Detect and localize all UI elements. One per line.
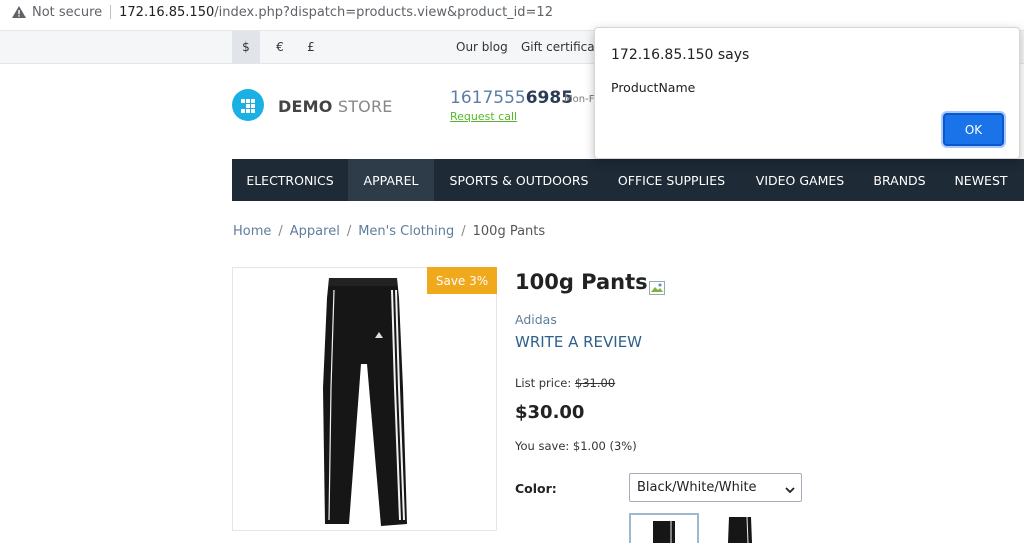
store-logo-icon[interactable] bbox=[232, 89, 264, 121]
color-select-value: Black/White/White bbox=[637, 480, 757, 495]
main-nav: ELECTRONICS APPAREL SPORTS & OUTDOORS OF… bbox=[232, 159, 1024, 201]
security-label[interactable]: Not secure bbox=[32, 5, 102, 20]
breadcrumb-home[interactable]: Home bbox=[233, 224, 271, 239]
list-price: List price: $31.00 bbox=[515, 376, 615, 390]
product-brand[interactable]: Adidas bbox=[515, 312, 557, 327]
breadcrumb-separator: / bbox=[461, 224, 466, 239]
nav-item-sports-outdoors[interactable]: SPORTS & OUTDOORS bbox=[434, 159, 604, 201]
alert-dialog: 172.16.85.150 says ProductName OK bbox=[594, 27, 1020, 159]
nav-item-electronics[interactable]: ELECTRONICS bbox=[232, 159, 348, 201]
phone-number: 16175556985 bbox=[450, 88, 573, 108]
you-save: You save: $1.00 (3%) bbox=[515, 439, 637, 453]
nav-item-office-supplies[interactable]: OFFICE SUPPLIES bbox=[604, 159, 739, 201]
list-price-label: List price: bbox=[515, 376, 572, 390]
chevron-down-icon bbox=[785, 483, 795, 498]
ok-button[interactable]: OK bbox=[943, 113, 1004, 146]
dialog-title: 172.16.85.150 says bbox=[611, 47, 750, 63]
color-select[interactable]: Black/White/White bbox=[629, 473, 802, 502]
our-blog-link[interactable]: Our blog bbox=[456, 40, 508, 54]
broken-image-icon bbox=[648, 276, 665, 295]
breadcrumb-apparel[interactable]: Apparel bbox=[290, 224, 340, 239]
product-thumbnail-1[interactable] bbox=[629, 513, 699, 543]
product-price: $30.00 bbox=[515, 402, 585, 423]
nav-item-apparel[interactable]: APPAREL bbox=[348, 159, 434, 201]
product-thumbnail-2[interactable] bbox=[705, 513, 775, 543]
write-review-link[interactable]: WRITE A REVIEW bbox=[515, 333, 642, 351]
product-title-text: 100g Pants bbox=[515, 270, 648, 294]
currency-usd[interactable]: $ bbox=[232, 31, 260, 63]
currency-gbp[interactable]: £ bbox=[297, 31, 325, 63]
url-path[interactable]: /index.php?dispatch=products.view&produc… bbox=[214, 5, 553, 20]
store-logo-text[interactable]: DEMO STORE bbox=[278, 97, 393, 116]
breadcrumb-separator: / bbox=[346, 224, 352, 239]
breadcrumb-separator: / bbox=[278, 224, 283, 239]
list-price-value: $31.00 bbox=[574, 376, 616, 390]
color-label: Color: bbox=[515, 481, 557, 496]
logo-bold: DEMO bbox=[278, 97, 333, 116]
currency-eur[interactable]: € bbox=[266, 31, 294, 63]
url-host[interactable]: 172.16.85.150 bbox=[119, 5, 214, 20]
breadcrumb: Home / Apparel / Men's Clothing / 100g Pants bbox=[233, 224, 545, 239]
nav-item-newest[interactable]: NEWEST bbox=[938, 159, 1024, 201]
gift-certificates-link[interactable]: Gift certificat bbox=[521, 40, 599, 54]
breadcrumb-current: 100g Pants bbox=[472, 224, 546, 239]
logo-light: STORE bbox=[332, 97, 393, 116]
address-divider bbox=[110, 5, 112, 19]
breadcrumb-mens-clothing[interactable]: Men's Clothing bbox=[358, 224, 454, 239]
phone-hours: Mon-F bbox=[564, 94, 595, 105]
product-image[interactable] bbox=[232, 267, 497, 531]
warning-triangle-icon[interactable] bbox=[12, 6, 26, 18]
phone-prefix: 1617555 bbox=[450, 88, 526, 108]
address-bar[interactable]: Not secure 172.16.85.150/index.php?dispa… bbox=[0, 0, 1024, 24]
product-title: 100g Pants bbox=[515, 270, 665, 295]
request-call-link[interactable]: Request call bbox=[450, 110, 517, 123]
dialog-message: ProductName bbox=[611, 80, 696, 95]
save-badge: Save 3% bbox=[427, 267, 497, 294]
nav-item-video-games[interactable]: VIDEO GAMES bbox=[739, 159, 861, 201]
nav-item-brands[interactable]: BRANDS bbox=[861, 159, 938, 201]
